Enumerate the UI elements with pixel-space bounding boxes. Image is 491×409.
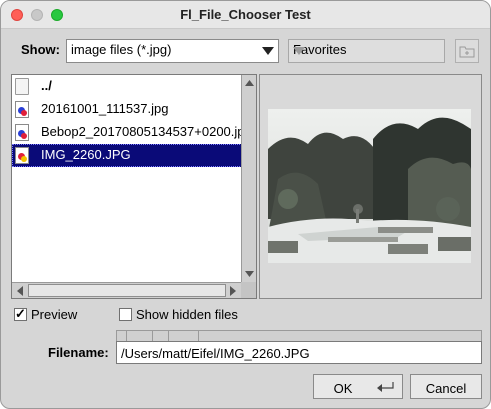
list-item[interactable]: ../ <box>12 75 252 98</box>
preview-label: Preview <box>31 307 78 322</box>
title-bar: Fl_File_Chooser Test <box>1 1 490 29</box>
show-hidden-label: Show hidden files <box>136 307 238 322</box>
return-key-icon <box>377 382 394 392</box>
horizontal-scrollbar[interactable] <box>12 282 241 298</box>
path-segment[interactable] <box>127 331 153 341</box>
scroll-down-icon[interactable] <box>242 269 257 279</box>
filter-dropdown[interactable]: image files (*.jpg) <box>66 39 279 63</box>
chevron-down-icon[interactable] <box>258 40 278 62</box>
cancel-button[interactable]: Cancel <box>410 374 482 399</box>
new-folder-icon <box>459 46 475 58</box>
list-item[interactable]: 20161001_111537.jpg <box>12 98 252 121</box>
window-title: Fl_File_Chooser Test <box>180 7 311 22</box>
horizontal-scroll-thumb[interactable] <box>28 284 226 297</box>
filter-value: image files (*.jpg) <box>71 42 172 57</box>
preview-pane <box>259 74 482 299</box>
folder-icon <box>15 78 29 95</box>
scroll-right-icon[interactable] <box>228 284 238 298</box>
list-item[interactable]: Bebop2_20170805134537+0200.jpg <box>12 121 252 144</box>
scroll-left-icon[interactable] <box>15 284 25 298</box>
show-hidden-checkbox[interactable] <box>119 308 132 321</box>
list-item-selected[interactable]: IMG_2260.JPG <box>12 144 252 167</box>
file-name: 20161001_111537.jpg <box>41 101 169 116</box>
checkmark-icon: ✓ <box>15 306 26 321</box>
preview-image <box>268 109 471 263</box>
path-segment[interactable] <box>117 331 127 341</box>
filename-label: Filename: <box>48 345 109 360</box>
file-name: IMG_2260.JPG <box>41 147 131 162</box>
image-file-icon <box>15 124 29 141</box>
ok-button[interactable]: OK <box>313 374 403 399</box>
filename-input[interactable]: /Users/matt/Eifel/IMG_2260.JPG <box>116 341 482 364</box>
file-list[interactable]: ../ 20161001_111537.jpg Bebop2_201708051… <box>11 74 257 299</box>
ok-label: OK <box>333 381 353 396</box>
scroll-corner <box>241 282 256 298</box>
path-segment[interactable] <box>153 331 169 341</box>
vertical-scrollbar[interactable] <box>241 75 256 282</box>
path-segment[interactable] <box>169 331 199 341</box>
image-file-icon <box>15 147 29 164</box>
image-file-icon <box>15 101 29 118</box>
preview-checkbox[interactable]: ✓ <box>14 306 27 321</box>
cancel-label: Cancel <box>425 381 467 396</box>
scroll-up-icon[interactable] <box>242 78 257 88</box>
file-chooser-window: Fl_File_Chooser Test Show: image files (… <box>0 0 491 409</box>
file-name: Bebop2_20170805134537+0200.jpg <box>41 124 252 139</box>
favorites-dropdown[interactable]: Favorites <box>288 39 445 63</box>
filename-value: /Users/matt/Eifel/IMG_2260.JPG <box>121 346 310 361</box>
new-folder-button[interactable] <box>455 39 479 63</box>
show-label: Show: <box>21 42 60 57</box>
file-name: ../ <box>41 78 52 93</box>
